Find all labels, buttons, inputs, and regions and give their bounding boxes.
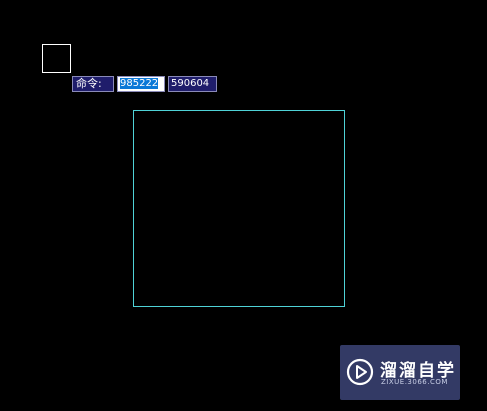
watermark: 溜溜自学 ZIXUE.3066.COM — [340, 345, 460, 400]
rectangle-object[interactable] — [133, 110, 345, 307]
play-icon — [346, 358, 374, 386]
watermark-url: ZIXUE.3066.COM — [381, 378, 448, 386]
x-coordinate-input[interactable]: 985222 — [117, 76, 165, 92]
crosshair-pickbox — [42, 44, 71, 73]
x-coordinate-value: 985222 — [120, 78, 159, 89]
command-label: 命令: — [72, 76, 114, 92]
y-coordinate-input[interactable]: 590604 — [168, 76, 217, 92]
